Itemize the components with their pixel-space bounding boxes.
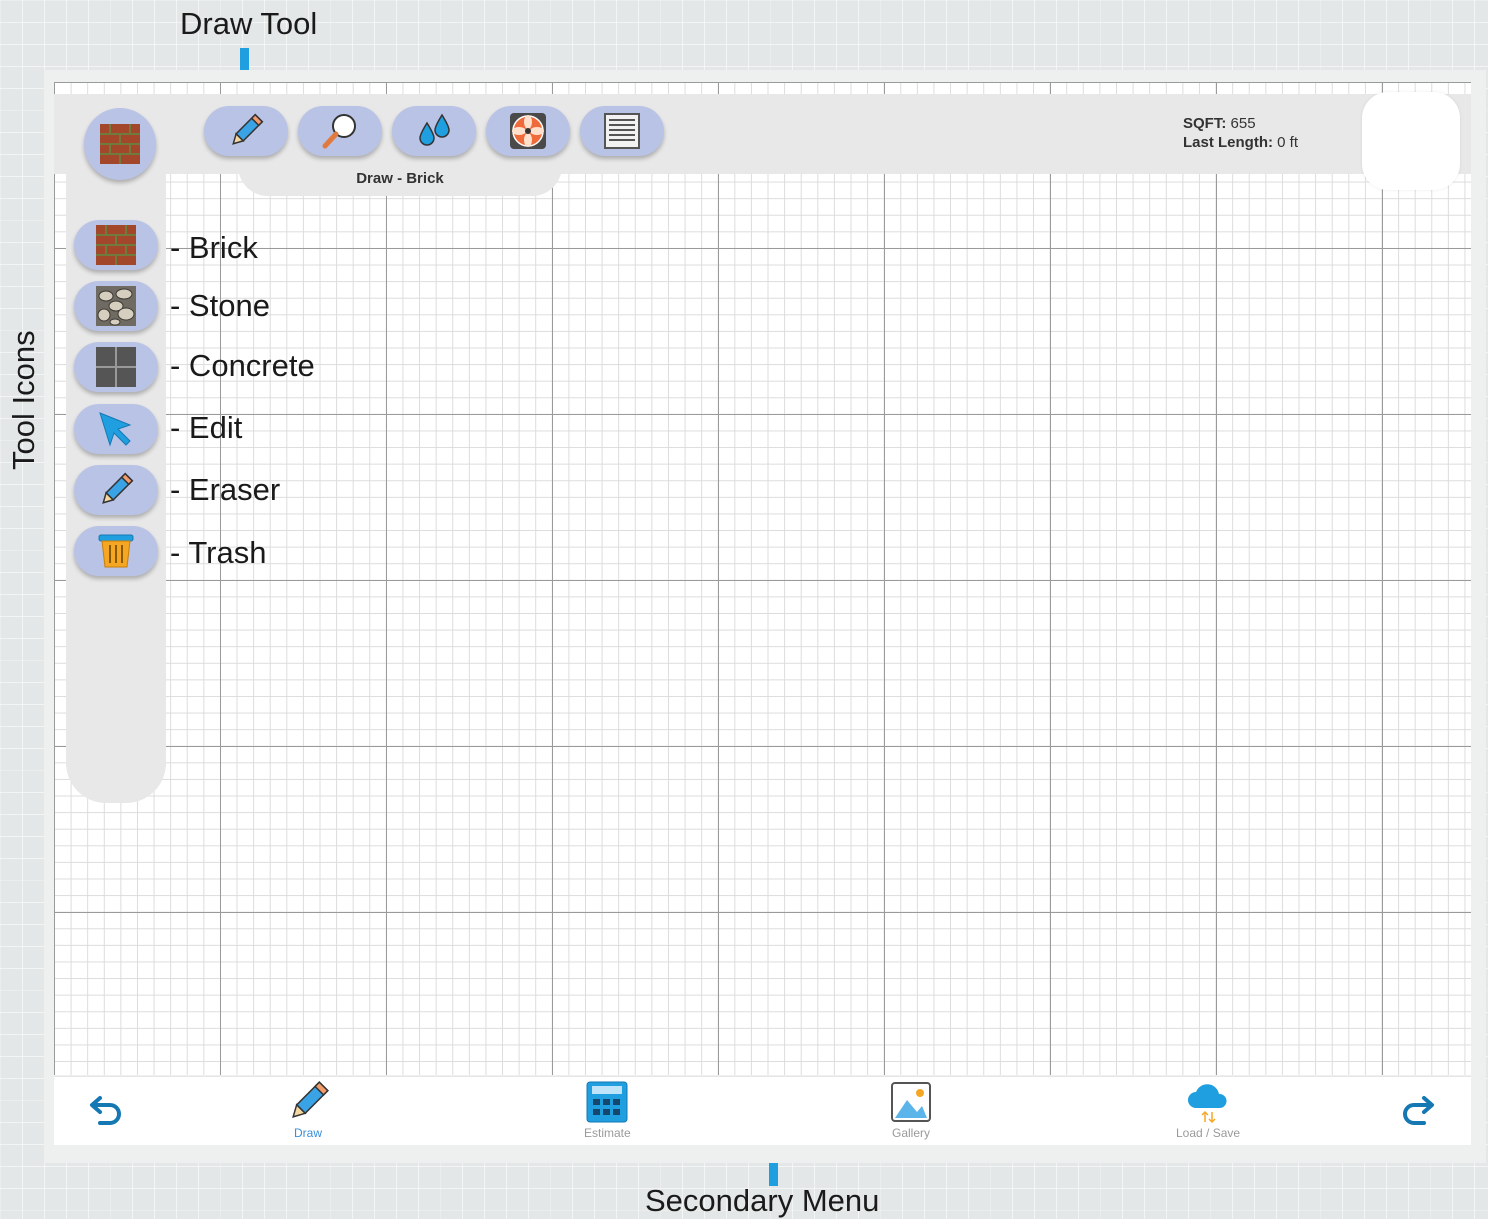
draw-pencil-button[interactable]: [204, 106, 288, 156]
tool-label-edit: - Edit: [170, 410, 243, 445]
stone-icon: [96, 286, 136, 326]
water-drops-icon: [419, 113, 450, 146]
nav-draw[interactable]: Draw: [284, 1080, 332, 1140]
trash-bin-icon: [98, 534, 134, 568]
undo-arrow-icon: [90, 1096, 121, 1125]
water-button[interactable]: [392, 106, 476, 156]
brick-icon: [96, 225, 136, 265]
tool-concrete-button[interactable]: [74, 342, 158, 392]
redo-button[interactable]: [1398, 1092, 1436, 1128]
sqft-label: SQFT:: [1183, 115, 1227, 132]
tool-eraser-button[interactable]: [74, 465, 158, 515]
concrete-icon: [96, 347, 136, 387]
vent-icon: [604, 113, 640, 149]
stats-readout: SQFT: 655 Last Length: 0 ft: [1183, 114, 1298, 152]
magnifier-icon: [322, 114, 356, 149]
image-icon: [891, 1082, 931, 1122]
current-material-button[interactable]: [84, 108, 156, 180]
fan-button[interactable]: [486, 106, 570, 156]
drawing-canvas-grid[interactable]: [54, 82, 1471, 1075]
brick-icon: [100, 124, 140, 164]
preview-box[interactable]: [1362, 92, 1460, 190]
secondary-menu-bar: [54, 1076, 1471, 1145]
nav-estimate-label: Estimate: [584, 1126, 631, 1140]
nav-gallery[interactable]: Gallery: [889, 1080, 933, 1140]
fan-icon: [510, 113, 546, 149]
zoom-button[interactable]: [298, 106, 382, 156]
tool-label-eraser: - Eraser: [170, 472, 281, 507]
calculator-icon: [586, 1081, 628, 1123]
last-length-value: 0 ft: [1277, 134, 1299, 151]
tool-label-concrete: - Concrete: [170, 348, 315, 383]
tool-label-stone: - Stone: [170, 288, 270, 323]
tool-icons-callout: Tool Icons: [6, 330, 41, 470]
nav-load-save-label: Load / Save: [1176, 1126, 1241, 1140]
nav-load-save[interactable]: Load / Save: [1176, 1080, 1240, 1140]
tool-trash-button[interactable]: [74, 526, 158, 576]
undo-button[interactable]: [88, 1092, 126, 1128]
draw-tool-callout: Draw Tool: [180, 6, 318, 41]
draw-mode-label: Draw - Brick: [356, 170, 444, 187]
sqft-value: 655: [1230, 115, 1256, 132]
last-length-label: Last Length:: [1183, 134, 1273, 151]
tool-stone-button[interactable]: [74, 281, 158, 331]
tool-brick-button[interactable]: [74, 220, 158, 270]
pencil-icon: [102, 472, 134, 504]
nav-estimate[interactable]: Estimate: [584, 1080, 631, 1140]
tool-label-brick: - Brick: [170, 230, 258, 265]
vent-button[interactable]: [580, 106, 664, 156]
tool-label-trash: - Trash: [170, 535, 267, 570]
cloud-icon: [1188, 1084, 1227, 1124]
redo-arrow-icon: [1403, 1096, 1434, 1125]
tool-edit-button[interactable]: [74, 404, 158, 454]
nav-draw-label: Draw: [293, 1126, 322, 1140]
nav-gallery-label: Gallery: [891, 1126, 930, 1140]
secondary-menu-callout: Secondary Menu: [645, 1183, 880, 1218]
cursor-arrow-icon: [99, 412, 132, 447]
pencil-icon: [292, 1081, 329, 1118]
pencil-icon: [232, 113, 264, 145]
